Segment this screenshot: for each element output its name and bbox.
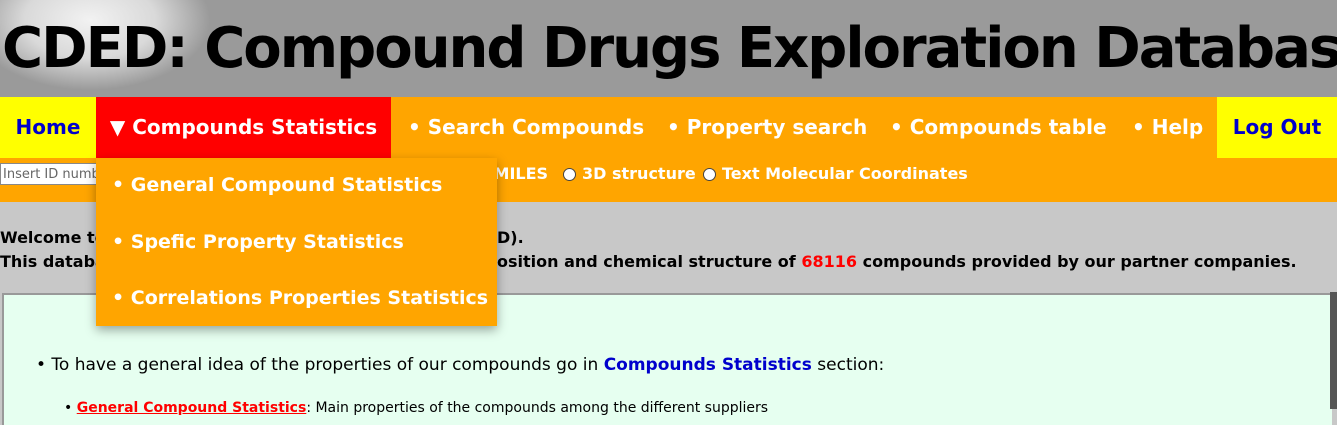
list-item: • To have a general idea of the properti… xyxy=(36,355,884,375)
radio-3d-structure[interactable]: 3D structure xyxy=(563,162,696,186)
welcome-text: Welcome to xyxy=(0,228,106,247)
compounds-statistics-link[interactable]: Compounds Statistics xyxy=(604,355,812,375)
nav-help[interactable]: • Help xyxy=(1132,97,1203,158)
welcome-text-end: D). xyxy=(497,228,524,247)
scrollbar[interactable] xyxy=(1330,292,1337,409)
description-text: osition and chemical structure of xyxy=(497,252,796,271)
radio-circle-icon[interactable] xyxy=(703,168,716,181)
dropdown-item-correlations[interactable]: • Correlations Properties Statistics xyxy=(112,287,488,309)
description-text-end: compounds provided by our partner compan… xyxy=(862,252,1297,271)
radio-text-label: Text Molecular Coordinates xyxy=(722,164,968,183)
compounds-statistics-dropdown: • General Compound Statistics • Spefic P… xyxy=(96,158,497,326)
list-item-text-end: section: xyxy=(817,355,885,375)
radio-circle-icon[interactable] xyxy=(563,168,576,181)
database-text: This databa xyxy=(0,252,106,271)
nav-logout[interactable]: Log Out xyxy=(1217,97,1337,158)
sub-list-item: • General Compound Statistics: Main prop… xyxy=(64,400,768,416)
radio-text-coordinates[interactable]: Text Molecular Coordinates xyxy=(703,162,968,186)
nav-home[interactable]: Home xyxy=(0,97,96,158)
list-item-text: • To have a general idea of the properti… xyxy=(36,355,599,375)
radio-3d-label: 3D structure xyxy=(582,164,696,183)
dropdown-item-specific-property[interactable]: • Spefic Property Statistics xyxy=(112,231,404,253)
bullet-icon: • xyxy=(64,400,77,416)
nav-property-search[interactable]: • Property search xyxy=(667,97,867,158)
nav-compounds-statistics[interactable]: ▼ Compounds Statistics xyxy=(96,97,391,158)
sub-list-item-text: : Main properties of the compounds among… xyxy=(306,400,769,416)
general-statistics-link[interactable]: General Compound Statistics xyxy=(77,400,307,416)
dropdown-item-general[interactable]: • General Compound Statistics xyxy=(112,174,442,196)
nav-search-compounds[interactable]: • Search Compounds xyxy=(408,97,644,158)
search-id-input[interactable] xyxy=(0,163,110,185)
header-banner: CDED: Compound Drugs Exploration Databas… xyxy=(0,0,1337,97)
nav-compounds-table[interactable]: • Compounds table xyxy=(890,97,1107,158)
compound-count: 68116 xyxy=(801,252,858,271)
site-title: CDED: Compound Drugs Exploration Databas… xyxy=(2,16,1337,81)
database-description: osition and chemical structure of 68116 … xyxy=(497,252,1297,271)
main-nav: Home ▼ Compounds Statistics • Search Com… xyxy=(0,97,1337,158)
